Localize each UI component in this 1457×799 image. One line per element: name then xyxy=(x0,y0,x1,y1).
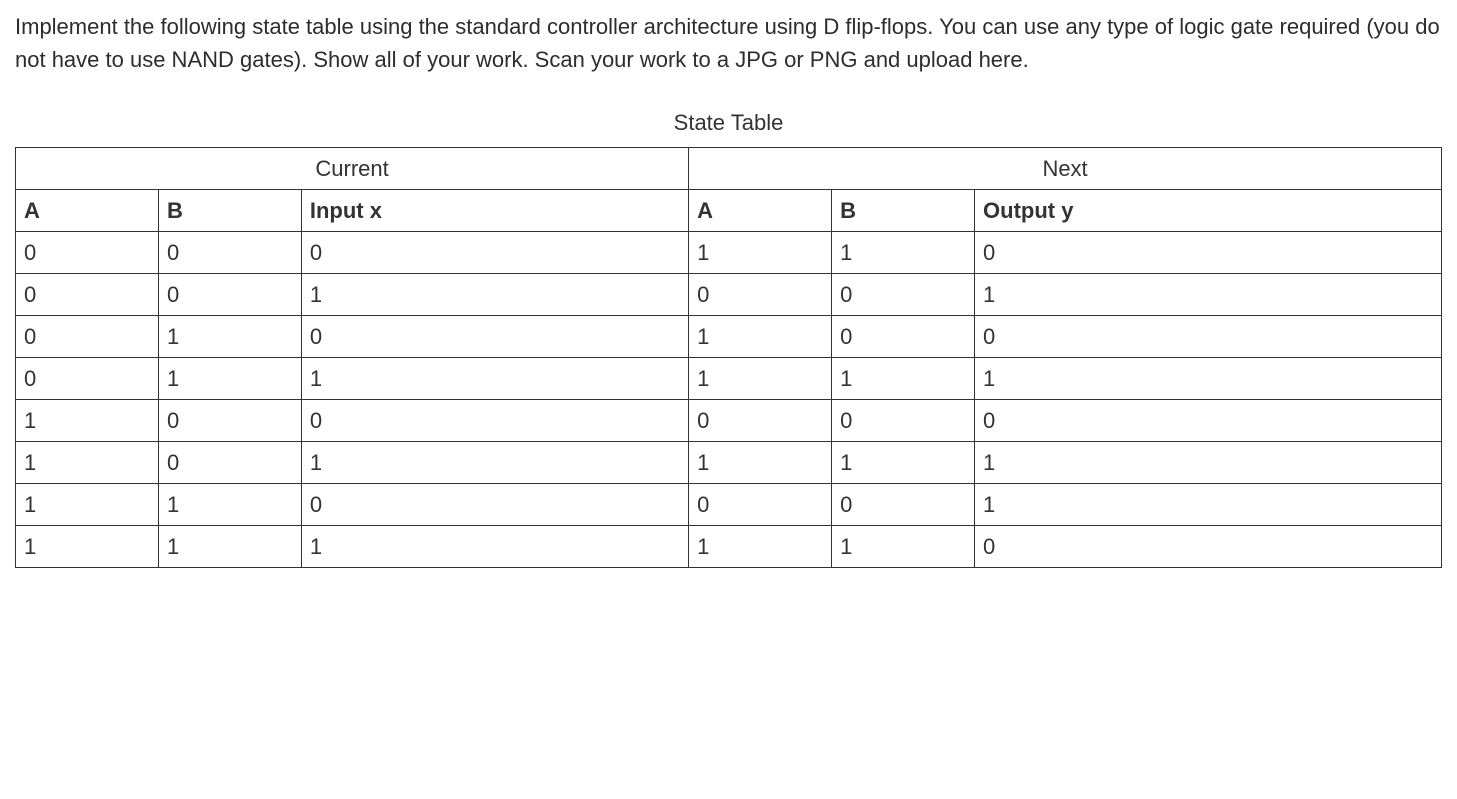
cell: 1 xyxy=(301,442,688,484)
cell: 0 xyxy=(975,400,1442,442)
group-header-next: Next xyxy=(689,148,1442,190)
col-header-output-y: Output y xyxy=(975,190,1442,232)
cell: 0 xyxy=(158,400,301,442)
cell: 1 xyxy=(975,442,1442,484)
cell: 0 xyxy=(158,442,301,484)
cell: 0 xyxy=(975,316,1442,358)
cell: 1 xyxy=(16,442,159,484)
state-table: Current Next A B Input x A B Output y 0 … xyxy=(15,147,1442,568)
table-row: 1 1 0 0 0 1 xyxy=(16,484,1442,526)
cell: 0 xyxy=(832,274,975,316)
table-row: 1 0 0 0 0 0 xyxy=(16,400,1442,442)
col-header-b-next: B xyxy=(832,190,975,232)
cell: 1 xyxy=(975,358,1442,400)
col-header-b-current: B xyxy=(158,190,301,232)
cell: 0 xyxy=(16,358,159,400)
cell: 1 xyxy=(689,316,832,358)
cell: 0 xyxy=(689,400,832,442)
cell: 1 xyxy=(16,526,159,568)
table-row: 1 0 1 1 1 1 xyxy=(16,442,1442,484)
cell: 0 xyxy=(16,274,159,316)
cell: 1 xyxy=(689,232,832,274)
col-header-a-current: A xyxy=(16,190,159,232)
table-row: 0 0 0 1 1 0 xyxy=(16,232,1442,274)
cell: 0 xyxy=(689,274,832,316)
cell: 1 xyxy=(16,484,159,526)
cell: 0 xyxy=(16,232,159,274)
cell: 1 xyxy=(301,358,688,400)
cell: 1 xyxy=(689,526,832,568)
table-row: 0 0 1 0 0 1 xyxy=(16,274,1442,316)
cell: 0 xyxy=(158,274,301,316)
cell: 0 xyxy=(301,484,688,526)
cell: 0 xyxy=(158,232,301,274)
cell: 0 xyxy=(301,400,688,442)
cell: 0 xyxy=(689,484,832,526)
table-title: State Table xyxy=(15,106,1442,139)
cell: 0 xyxy=(301,316,688,358)
cell: 0 xyxy=(16,316,159,358)
cell: 0 xyxy=(832,400,975,442)
group-header-row: Current Next xyxy=(16,148,1442,190)
table-row: 1 1 1 1 1 0 xyxy=(16,526,1442,568)
cell: 1 xyxy=(158,484,301,526)
group-header-current: Current xyxy=(16,148,689,190)
cell: 0 xyxy=(832,484,975,526)
cell: 1 xyxy=(158,358,301,400)
cell: 1 xyxy=(158,526,301,568)
cell: 1 xyxy=(301,274,688,316)
col-header-input-x: Input x xyxy=(301,190,688,232)
cell: 1 xyxy=(832,358,975,400)
cell: 1 xyxy=(975,274,1442,316)
table-row: 0 1 1 1 1 1 xyxy=(16,358,1442,400)
col-header-a-next: A xyxy=(689,190,832,232)
table-row: 0 1 0 1 0 0 xyxy=(16,316,1442,358)
table-body: 0 0 0 1 1 0 0 0 1 0 0 1 0 1 0 1 0 0 0 1 … xyxy=(16,232,1442,568)
cell: 1 xyxy=(301,526,688,568)
cell: 1 xyxy=(689,442,832,484)
cell: 1 xyxy=(689,358,832,400)
problem-instructions: Implement the following state table usin… xyxy=(15,10,1442,76)
cell: 0 xyxy=(832,316,975,358)
cell: 1 xyxy=(975,484,1442,526)
cell: 1 xyxy=(158,316,301,358)
cell: 0 xyxy=(975,526,1442,568)
cell: 1 xyxy=(16,400,159,442)
cell: 1 xyxy=(832,526,975,568)
cell: 0 xyxy=(301,232,688,274)
column-header-row: A B Input x A B Output y xyxy=(16,190,1442,232)
cell: 1 xyxy=(832,442,975,484)
cell: 1 xyxy=(832,232,975,274)
cell: 0 xyxy=(975,232,1442,274)
